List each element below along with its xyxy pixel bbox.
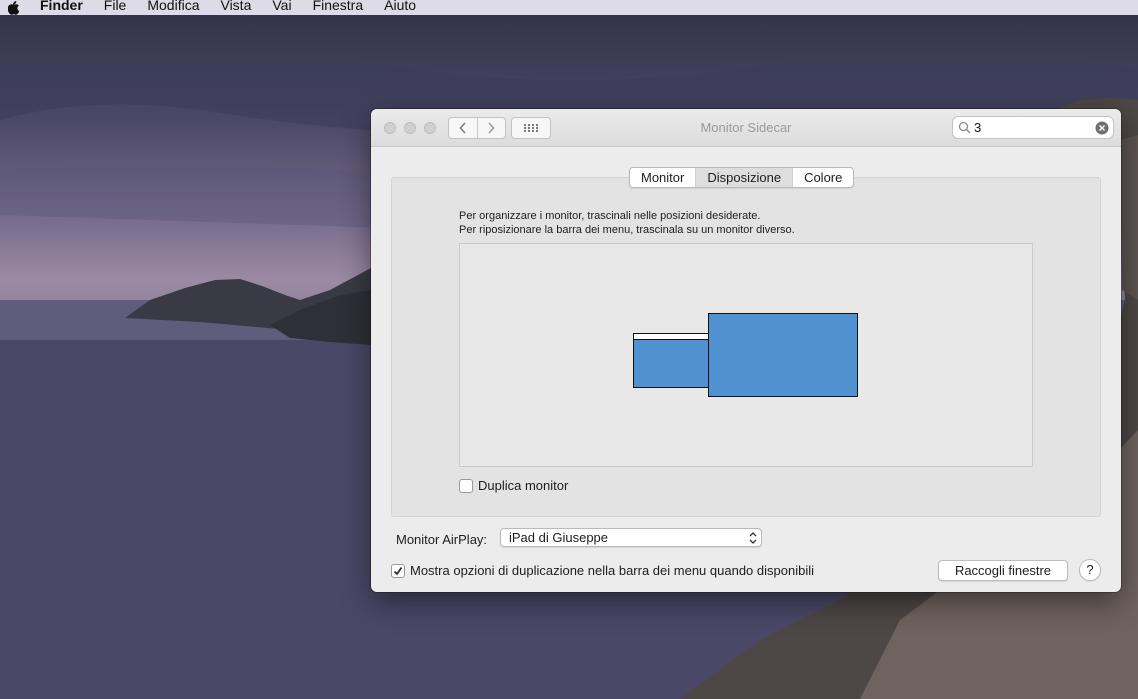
search-input[interactable] [974,120,1094,135]
monitor-arrangement-area [459,243,1033,467]
mirror-displays-row: Duplica monitor [459,478,568,493]
menu-bar: Finder File Modifica Vista Vai Finestra … [0,0,1138,15]
title-bar: Monitor Sidecar [371,109,1121,147]
menu-vai[interactable]: Vai [272,0,291,12]
main-monitor[interactable] [708,313,858,397]
tab-colore[interactable]: Colore [792,168,853,187]
updown-chevron-icon [749,532,757,544]
clear-search-icon[interactable] [1095,121,1109,135]
apple-logo-icon[interactable] [8,0,22,15]
chevron-right-icon [488,122,495,134]
checkmark-icon [393,566,403,575]
menu-finestra[interactable]: Finestra [313,0,364,12]
gather-windows-button[interactable]: Raccogli finestre [938,560,1068,581]
navigation-buttons [448,117,506,139]
help-button[interactable]: ? [1079,559,1101,581]
airplay-label: Monitor AirPlay: [396,532,488,547]
secondary-monitor[interactable] [633,339,709,388]
menu-bar-indicator[interactable] [633,333,709,340]
menubar-option-row: Mostra opzioni di duplicazione nella bar… [391,563,814,578]
menu-vista[interactable]: Vista [220,0,251,12]
tab-disposizione[interactable]: Disposizione [695,168,793,187]
tab-monitor[interactable]: Monitor [630,168,695,187]
tab-bar: Monitor Disposizione Colore [629,167,855,188]
instruction-line-1: Per organizzare i monitor, trascinali ne… [459,210,761,222]
search-field[interactable] [952,116,1114,139]
search-icon [958,121,972,135]
back-button[interactable] [449,118,477,138]
minimize-window-button[interactable] [404,122,416,134]
menu-modifica[interactable]: Modifica [147,0,199,12]
menubar-option-label: Mostra opzioni di duplicazione nella bar… [410,563,814,578]
preferences-window: Monitor Sidecar Monitor Disposizione Col… [371,109,1121,592]
airplay-select[interactable]: iPad di Giuseppe [500,528,762,547]
mirror-displays-label: Duplica monitor [478,478,569,493]
arrangement-instructions: Per organizzare i monitor, trascinali ne… [459,209,795,237]
grid-icon [524,124,538,132]
menu-aiuto[interactable]: Aiuto [384,0,416,12]
instruction-line-2: Per riposizionare la barra dei menu, tra… [459,224,795,236]
menu-file[interactable]: File [104,0,127,12]
zoom-window-button[interactable] [424,122,436,134]
show-all-button[interactable] [511,117,551,139]
chevron-left-icon [459,122,466,134]
menubar-option-checkbox[interactable] [391,563,405,578]
forward-button[interactable] [476,118,506,138]
menu-finder[interactable]: Finder [40,0,83,12]
close-window-button[interactable] [384,122,396,134]
airplay-selected-value: iPad di Giuseppe [509,530,609,545]
mirror-displays-checkbox[interactable] [459,478,473,493]
